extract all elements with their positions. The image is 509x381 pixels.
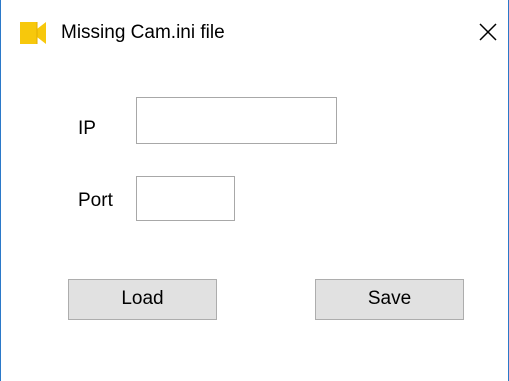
title-bar[interactable]: Missing Cam.ini file [1, 0, 508, 62]
close-icon [479, 23, 497, 41]
ip-input[interactable] [136, 97, 337, 144]
load-button[interactable]: Load [68, 279, 217, 320]
save-button[interactable]: Save [315, 279, 464, 320]
port-label: Port [78, 190, 113, 211]
window-title: Missing Cam.ini file [61, 22, 225, 43]
video-camera-icon [19, 19, 47, 47]
ip-label: IP [78, 118, 96, 139]
close-button[interactable] [469, 14, 507, 50]
dialog-window: Missing Cam.ini file IP Port Load Save [0, 0, 509, 381]
port-input[interactable] [136, 176, 235, 221]
